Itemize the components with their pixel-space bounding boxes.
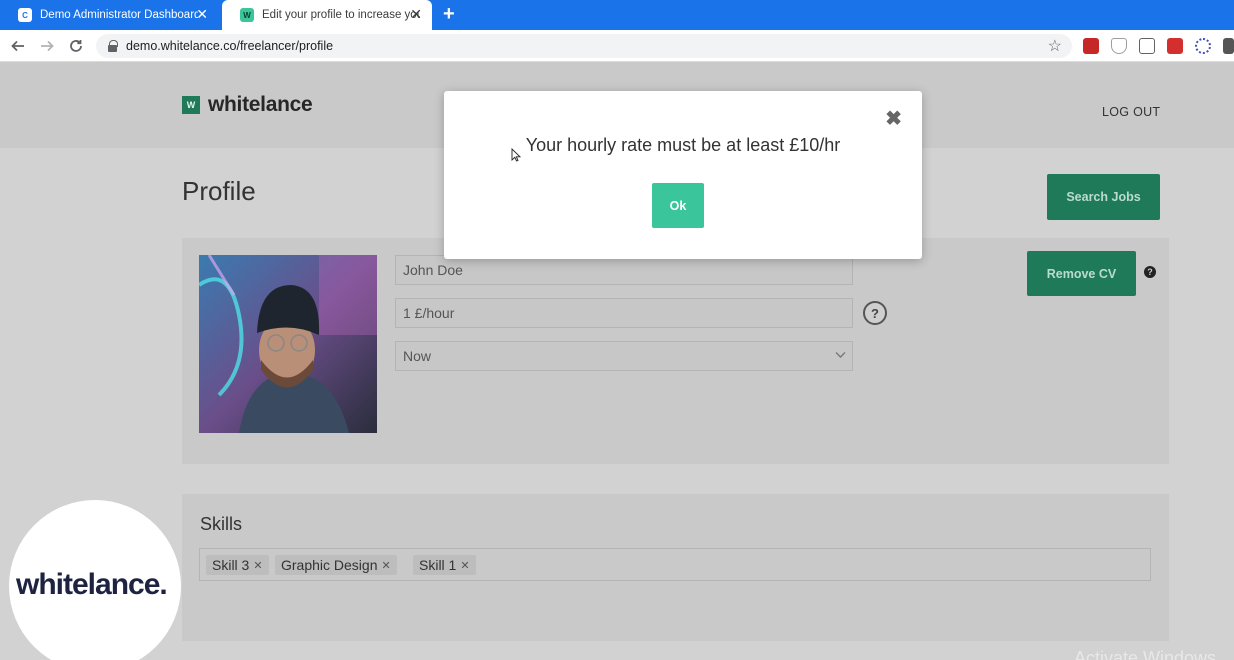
skill-chip-label: Graphic Design (281, 557, 378, 573)
skill-chip: Skill 1 ✕ (413, 555, 476, 575)
new-tab-button[interactable]: + (443, 4, 455, 24)
profile-card: John Doe 1 £/hour ? Now Remove CV ? (182, 238, 1169, 464)
search-jobs-button[interactable]: Search Jobs (1047, 174, 1160, 220)
logo-mark: W (182, 96, 200, 114)
ok-button[interactable]: Ok (652, 183, 704, 228)
favicon-c: C (18, 8, 32, 22)
profile-photo[interactable] (199, 255, 377, 433)
tab-title: Demo Administrator Dashboard (40, 9, 198, 21)
tab-title: Edit your profile to increase your (262, 9, 420, 21)
remove-skill-icon[interactable]: ✕ (253, 559, 262, 572)
extension-icon[interactable] (1195, 38, 1211, 54)
tab-close-icon[interactable]: ✕ (196, 7, 208, 21)
skill-chip: Skill 3 ✕ (206, 555, 269, 575)
camera-icon[interactable] (1139, 38, 1155, 54)
skills-input[interactable]: Skill 3 ✕ Graphic Design ✕ Skill 1 ✕ (199, 548, 1151, 581)
page-title: Profile (182, 176, 256, 206)
alert-dialog: ✖ Your hourly rate must be at least £10/… (444, 91, 922, 259)
star-icon[interactable]: ☆ (1048, 36, 1062, 56)
skill-chip-label: Skill 3 (212, 557, 250, 573)
activate-windows-text: Activate Windows (1074, 648, 1217, 660)
remove-skill-icon[interactable]: ✕ (460, 559, 469, 572)
extension-icon[interactable] (1223, 38, 1234, 54)
availability-value: Now (403, 348, 432, 364)
skill-chip-label: Skill 1 (419, 557, 457, 573)
help-icon[interactable]: ? (863, 301, 887, 325)
skills-card: Skills Skill 3 ✕ Graphic Design ✕ Skill … (182, 494, 1169, 641)
back-arrow-icon[interactable] (8, 36, 28, 56)
name-input[interactable]: John Doe (395, 255, 853, 285)
logo[interactable]: whitelance (208, 93, 313, 117)
chevron-down-icon (835, 349, 846, 363)
remove-cv-button[interactable]: Remove CV (1027, 251, 1136, 296)
pdf-icon[interactable] (1167, 38, 1183, 54)
tab-edit-profile[interactable]: W Edit your profile to increase your ✕ (222, 0, 432, 30)
remove-skill-icon[interactable]: ✕ (382, 559, 391, 572)
shield-icon[interactable] (1111, 38, 1127, 54)
cv-help-icon[interactable]: ? (1144, 266, 1156, 278)
availability-select[interactable]: Now (395, 341, 853, 371)
extension-icon[interactable] (1083, 38, 1099, 54)
url-text: demo.whitelance.co/freelancer/profile (126, 39, 334, 53)
mouse-cursor (511, 148, 521, 162)
tab-close-icon[interactable]: ✕ (410, 7, 422, 21)
reload-icon[interactable] (66, 36, 86, 56)
logout-link[interactable]: LOG OUT (1102, 105, 1160, 119)
hourly-rate-input[interactable]: 1 £/hour (395, 298, 853, 328)
skill-chip: Graphic Design ✕ (275, 555, 397, 575)
address-bar[interactable]: demo.whitelance.co/freelancer/profile ☆ (96, 34, 1072, 58)
tab-admin-dashboard[interactable]: C Demo Administrator Dashboard ✕ (0, 0, 218, 30)
browser-tab-bar: C Demo Administrator Dashboard ✕ W Edit … (0, 0, 1234, 30)
lock-icon (108, 40, 118, 52)
close-icon[interactable]: ✖ (885, 109, 902, 129)
skills-title: Skills (200, 514, 243, 534)
forward-arrow-icon[interactable] (37, 36, 57, 56)
browser-toolbar: demo.whitelance.co/freelancer/profile ☆ (0, 30, 1234, 62)
favicon-w: W (240, 8, 254, 22)
watermark-logo: whitelance. (16, 568, 168, 601)
